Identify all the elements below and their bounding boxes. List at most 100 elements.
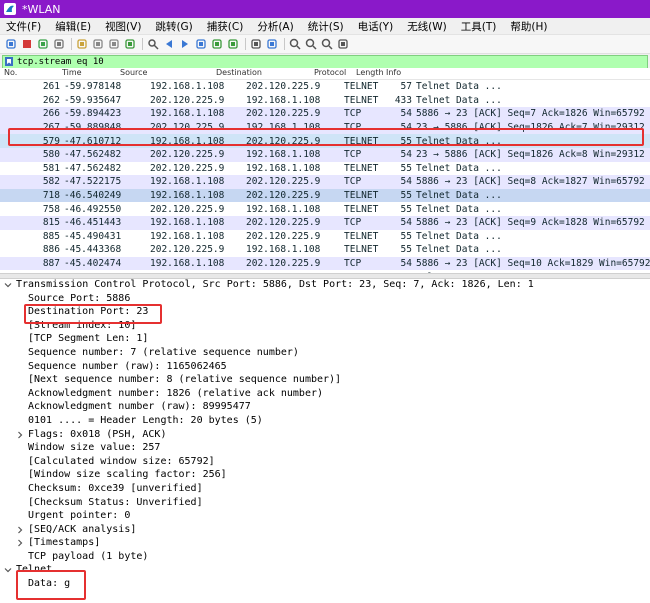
packet-info: Telnet Data ... (416, 230, 502, 242)
forward-arrow-icon[interactable] (178, 37, 192, 51)
packet-row[interactable]: 261 -59.978148 192.168.1.108 202.120.225.9 T… (0, 80, 650, 94)
packet-dst: 192.168.1.108 (246, 203, 321, 215)
packet-list[interactable]: No. Time Source Destination Protocol Length In… (0, 68, 650, 273)
menu-item-6[interactable]: 统计(S) (308, 19, 344, 34)
packet-dst: 192.168.1.108 (246, 122, 321, 134)
packet-no: 267 (42, 122, 60, 134)
detail-line[interactable]: [TCP Segment Len: 1] (0, 332, 650, 346)
packet-row[interactable]: 267 -59.889848 202.120.225.9 192.168.1.108 T… (0, 120, 650, 135)
colorize-icon[interactable] (265, 37, 279, 51)
stop-square-icon[interactable] (20, 37, 34, 51)
goto-icon[interactable] (194, 37, 208, 51)
menu-item-0[interactable]: 文件(F) (6, 19, 41, 34)
filter-text: tcp.stream eq 10 (17, 57, 104, 67)
detail-line[interactable]: Acknowledgment number (raw): 89995477 (0, 400, 650, 414)
detail-line[interactable]: Transmission Control Protocol, Src Port:… (0, 278, 650, 292)
packet-src: 202.120.225.9 (150, 162, 225, 174)
resize-columns-icon[interactable] (336, 37, 350, 51)
chevron-down-icon[interactable] (4, 566, 12, 574)
packet-row[interactable]: 758 -46.492550 202.120.225.9 192.168.1.108 T… (0, 202, 650, 216)
menu-item-4[interactable]: 捕获(C) (207, 19, 244, 34)
packet-proto: TELNET (344, 230, 379, 242)
packet-proto: TELNET (344, 244, 379, 256)
chevron-right-icon[interactable] (16, 431, 24, 439)
close-file-icon[interactable] (107, 37, 121, 51)
packet-row[interactable]: 581 -47.562482 202.120.225.9 192.168.1.108 T… (0, 162, 650, 176)
column-header-no[interactable]: No. (4, 68, 62, 79)
back-arrow-icon[interactable] (162, 37, 176, 51)
packet-row[interactable]: 885 -45.490431 192.168.1.108 202.120.225.9 T… (0, 230, 650, 244)
packet-len: 55 (400, 244, 412, 256)
detail-line[interactable]: [Window size scaling factor: 256] (0, 468, 650, 482)
chevron-down-icon[interactable] (4, 281, 12, 289)
packet-src: 202.120.225.9 (150, 244, 225, 256)
menu-item-7[interactable]: 电话(Y) (358, 19, 394, 34)
menu-item-3[interactable]: 跳转(G) (155, 19, 192, 34)
detail-line[interactable]: Data: g (0, 577, 650, 591)
packet-row[interactable]: 886 -45.443368 202.120.225.9 192.168.1.108 T… (0, 243, 650, 257)
detail-line[interactable]: [Timestamps] (0, 536, 650, 550)
chevron-right-icon[interactable] (16, 526, 24, 534)
detail-line[interactable]: Destination Port: 23 (0, 305, 650, 319)
toolbar-separator (284, 38, 285, 50)
packet-details-pane[interactable]: Transmission Control Protocol, Src Port:… (0, 278, 650, 603)
detail-text: Checksum: 0xce39 [unverified] (28, 482, 203, 494)
column-header-info[interactable]: Info (386, 68, 586, 79)
shark-fin-start-icon[interactable] (4, 37, 18, 51)
detail-line[interactable]: [SEQ/ACK analysis] (0, 523, 650, 537)
detail-line[interactable]: Urgent pointer: 0 (0, 509, 650, 523)
packet-time: -45.443368 (64, 244, 122, 256)
detail-line[interactable]: Flags: 0x018 (PSH, ACK) (0, 428, 650, 442)
menu-item-5[interactable]: 分析(A) (257, 19, 293, 34)
bookmark-icon[interactable] (5, 57, 13, 66)
display-filter-input[interactable]: tcp.stream eq 10 (2, 55, 648, 69)
column-header-source[interactable]: Source (120, 68, 216, 79)
detail-line[interactable]: Sequence number: 7 (relative sequence nu… (0, 346, 650, 360)
detail-line[interactable]: 0101 .... = Header Length: 20 bytes (5) (0, 414, 650, 428)
packet-row[interactable]: 580 -47.562482 202.120.225.9 192.168.1.108 T… (0, 147, 650, 162)
packet-row[interactable]: 815 -46.451443 192.168.1.108 202.120.225.9 T… (0, 215, 650, 230)
packet-row[interactable]: 887 -45.402474 192.168.1.108 202.120.225.9 T… (0, 256, 650, 271)
menu-item-1[interactable]: 编辑(E) (55, 19, 91, 34)
restart-icon[interactable] (36, 37, 50, 51)
packet-row[interactable]: 582 -47.522175 192.168.1.108 202.120.225.9 T… (0, 175, 650, 189)
zoom-reset-icon[interactable] (320, 37, 334, 51)
column-header-destination[interactable]: Destination (216, 68, 314, 79)
menu-item-9[interactable]: 工具(T) (461, 19, 497, 34)
detail-line[interactable]: Telnet (0, 563, 650, 577)
packet-proto: TCP (344, 149, 362, 161)
last-packet-icon[interactable] (226, 37, 240, 51)
packet-time: -59.978148 (64, 81, 122, 93)
options-gear-icon[interactable] (52, 37, 66, 51)
detail-line[interactable]: Acknowledgment number: 1826 (relative ac… (0, 387, 650, 401)
column-header-time[interactable]: Time (62, 68, 120, 79)
detail-line[interactable]: [Calculated window size: 65792] (0, 455, 650, 469)
packet-row[interactable]: 579 -47.610712 192.168.1.108 202.120.225.9 T… (0, 134, 650, 148)
menu-item-2[interactable]: 视图(V) (105, 19, 141, 34)
packet-row[interactable]: 262 -59.935647 202.120.225.9 192.168.1.108 T… (0, 94, 650, 108)
packet-info: 5886 → 23 [ACK] Seq=8 Ack=1827 Win=65792… (416, 176, 650, 188)
detail-line[interactable]: [Next sequence number: 8 (relative seque… (0, 373, 650, 387)
find-icon[interactable] (146, 37, 160, 51)
detail-line[interactable]: [Stream index: 10] (0, 319, 650, 333)
reload-icon[interactable] (123, 37, 137, 51)
autoscroll-icon[interactable] (249, 37, 263, 51)
detail-line[interactable]: TCP payload (1 byte) (0, 550, 650, 564)
packet-row[interactable]: 718 -46.540249 192.168.1.108 202.120.225.9 T… (0, 188, 650, 203)
detail-line[interactable]: Window size value: 257 (0, 441, 650, 455)
first-packet-icon[interactable] (210, 37, 224, 51)
detail-line[interactable]: Source Port: 5886 (0, 292, 650, 306)
chevron-right-icon[interactable] (16, 539, 24, 547)
column-header-protocol[interactable]: Protocol (314, 68, 356, 79)
detail-line[interactable]: Checksum: 0xce39 [unverified] (0, 482, 650, 496)
column-header-length[interactable]: Length (356, 68, 386, 79)
packet-row[interactable]: 266 -59.894423 192.168.1.108 202.120.225.9 T… (0, 107, 650, 121)
detail-line[interactable]: [Checksum Status: Unverified] (0, 496, 650, 510)
file-icon[interactable] (91, 37, 105, 51)
detail-line[interactable]: Sequence number (raw): 1165062465 (0, 360, 650, 374)
zoom-out-icon[interactable] (304, 37, 318, 51)
zoom-in-icon[interactable] (288, 37, 302, 51)
menu-item-8[interactable]: 无线(W) (407, 19, 447, 34)
menu-item-10[interactable]: 帮助(H) (510, 19, 547, 34)
open-folder-icon[interactable] (75, 37, 89, 51)
